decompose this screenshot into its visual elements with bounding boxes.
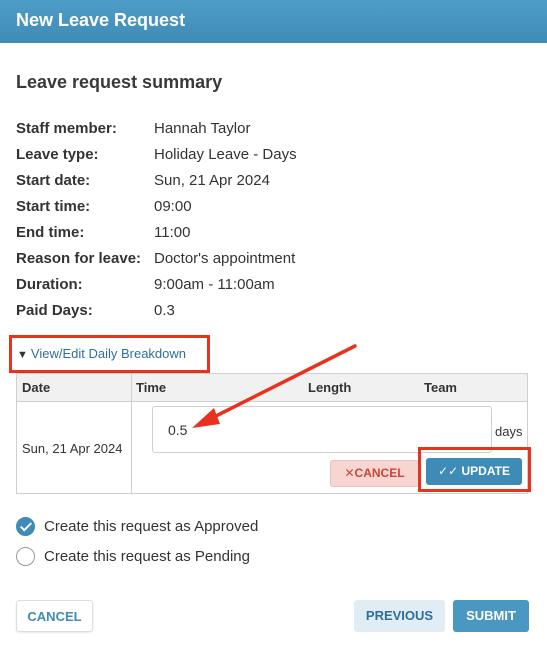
column-header-length: Length: [308, 380, 352, 395]
summary-label: Start time:: [16, 197, 91, 215]
option-pending[interactable]: Create this request as Pending: [16, 547, 250, 566]
length-input[interactable]: 0.5: [152, 406, 492, 453]
dialog-title: New Leave Request: [0, 0, 547, 43]
summary-label: End time:: [16, 223, 85, 241]
summary-label: Duration:: [16, 275, 83, 293]
summary-label: Staff member:: [16, 119, 117, 137]
column-divider: [131, 374, 132, 402]
summary-value: Sun, 21 Apr 2024: [154, 171, 270, 189]
summary-row-staff: Staff member: Hannah Taylor: [16, 115, 516, 141]
row-date: Sun, 21 Apr 2024: [22, 441, 123, 456]
summary-value: Doctor's appointment: [154, 249, 296, 267]
summary-label: Reason for leave:: [16, 249, 142, 267]
summary-label: Paid Days:: [16, 301, 93, 319]
double-check-icon: ✓✓: [438, 464, 459, 478]
summary-row-paid-days: Paid Days: 0.3: [16, 297, 516, 323]
summary-row-start-date: Start date: Sun, 21 Apr 2024: [16, 167, 516, 193]
pending-label: Create this request as Pending: [44, 548, 250, 565]
update-button[interactable]: ✓✓ UPDATE: [426, 458, 522, 485]
summary-row-reason: Reason for leave: Doctor's appointment: [16, 245, 516, 271]
summary-row-duration: Duration: 9:00am - 11:00am: [16, 271, 516, 297]
row-cancel-button[interactable]: ✕CANCEL: [330, 460, 419, 487]
close-icon: ✕: [344, 466, 355, 480]
summary-value: Holiday Leave - Days: [154, 145, 297, 163]
summary-value: 0.3: [154, 301, 175, 319]
summary-value: 09:00: [154, 197, 192, 215]
summary-label: Start date:: [16, 171, 91, 189]
column-header-team: Team: [424, 380, 457, 395]
summary-row-end-time: End time: 11:00: [16, 219, 516, 245]
previous-button[interactable]: PREVIOUS: [354, 600, 445, 632]
summary-row-start-time: Start time: 09:00: [16, 193, 516, 219]
unit-label: days: [495, 424, 523, 439]
update-label: UPDATE: [461, 464, 510, 478]
summary-row-leave-type: Leave type: Holiday Leave - Days: [16, 141, 516, 167]
approved-radio[interactable]: [16, 517, 35, 536]
summary-value: 11:00: [154, 223, 191, 241]
row-cancel-label: CANCEL: [354, 466, 405, 480]
column-header-date: Date: [22, 380, 51, 395]
cancel-button[interactable]: CANCEL: [16, 600, 93, 632]
option-approved[interactable]: Create this request as Approved: [16, 517, 258, 536]
column-divider: [131, 402, 132, 494]
summary-heading: Leave request summary: [16, 72, 223, 92]
breakdown-toggle-label: View/Edit Daily Breakdown: [30, 346, 187, 361]
table-header: Date Time Length Team: [17, 374, 527, 402]
breakdown-toggle[interactable]: ▼ View/Edit Daily Breakdown: [9, 335, 210, 373]
summary-label: Leave type:: [16, 145, 99, 163]
pending-radio[interactable]: [16, 547, 35, 566]
submit-button[interactable]: SUBMIT: [453, 600, 529, 632]
summary-list: Staff member: Hannah Taylor Leave type: …: [16, 115, 516, 323]
summary-value: 9:00am - 11:00am: [154, 275, 275, 293]
triangle-down-icon: ▼: [17, 349, 28, 361]
approved-label: Create this request as Approved: [44, 518, 259, 535]
summary-value: Hannah Taylor: [154, 119, 251, 137]
column-header-time: Time: [136, 380, 167, 395]
